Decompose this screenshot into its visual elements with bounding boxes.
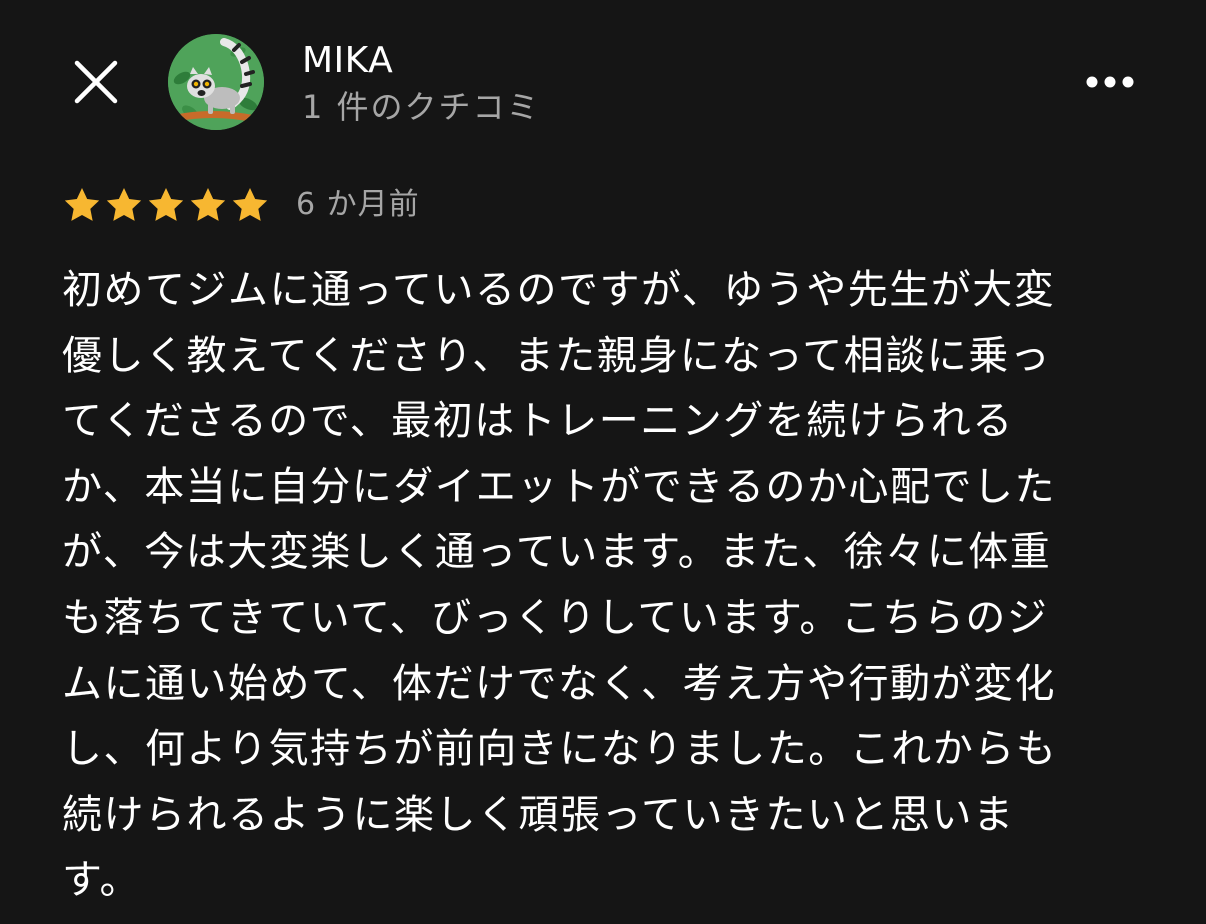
star-icon <box>190 188 226 221</box>
reviewer-review-count: 1 件のクチコミ <box>302 88 541 126</box>
avatar[interactable] <box>168 34 264 130</box>
star-icon <box>148 188 184 221</box>
more-horizontal-icon <box>1086 76 1134 88</box>
review-date: 6 か月前 <box>296 187 420 222</box>
rating-row: 6 か月前 <box>62 180 420 230</box>
review-text: 初めてジムに通っているのですが、ゆうや先生が大変 優しく教えてくださり、また親身… <box>62 267 1058 904</box>
more-options-button[interactable] <box>1080 60 1140 104</box>
star-icon <box>232 188 268 221</box>
close-icon <box>74 60 118 104</box>
close-button[interactable] <box>66 52 126 112</box>
star-icon <box>64 188 100 221</box>
star-icon <box>106 188 142 221</box>
reviewer-name[interactable]: MIKA <box>302 38 393 84</box>
lemur-avatar-icon <box>168 34 264 130</box>
star-rating <box>62 185 270 225</box>
